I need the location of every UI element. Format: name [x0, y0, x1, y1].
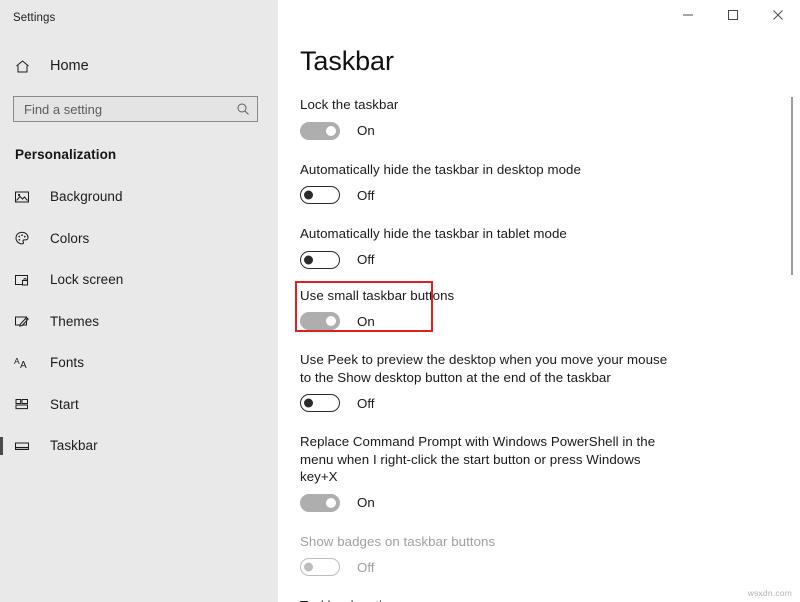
sidebar-item-label: Themes: [50, 314, 99, 329]
sidebar-item-label: Taskbar: [50, 438, 98, 453]
toggle-row: Off: [300, 251, 800, 269]
setting-label: Use small taskbar buttons: [300, 287, 680, 305]
setting-label: Lock the taskbar: [300, 96, 680, 114]
sidebar-item-start[interactable]: Start: [0, 384, 278, 426]
close-icon: [772, 9, 784, 21]
settings-window: Settings Home Personalization: [0, 0, 800, 602]
sidebar-item-colors[interactable]: Colors: [0, 218, 278, 260]
content-pane: Taskbar Lock the taskbar On Automaticall…: [278, 0, 800, 602]
toggle-row: On: [300, 312, 800, 330]
setting-label: Automatically hide the taskbar in deskto…: [300, 161, 680, 179]
setting-label: Replace Command Prompt with Windows Powe…: [300, 433, 680, 486]
sidebar-item-fonts[interactable]: A A Fonts: [0, 342, 278, 384]
picture-icon: [14, 189, 38, 205]
toggle-state-label: On: [357, 314, 375, 329]
taskbar-icon: [14, 438, 38, 454]
app-title: Settings: [13, 12, 55, 24]
setting-replace-command-prompt: Replace Command Prompt with Windows Powe…: [300, 433, 800, 512]
toggle-state-label: Off: [357, 560, 375, 575]
brush-icon: [14, 313, 38, 329]
sidebar-nav-list: Background Colors: [0, 176, 278, 467]
search-input[interactable]: [24, 97, 236, 121]
fonts-aa-icon: A A: [14, 355, 38, 371]
toggle-row: Off: [300, 186, 800, 204]
setting-use-peek: Use Peek to preview the desktop when you…: [300, 351, 800, 412]
toggle-show-badges: [300, 558, 340, 576]
sidebar-item-lock-screen[interactable]: Lock screen: [0, 259, 278, 301]
toggle-state-label: Off: [357, 252, 375, 267]
palette-icon: [14, 230, 38, 246]
sidebar: Settings Home Personalization: [0, 0, 278, 602]
sidebar-item-label: Background: [50, 189, 123, 204]
toggle-state-label: Off: [357, 396, 375, 411]
sidebar-item-background[interactable]: Background: [0, 176, 278, 218]
minimize-button[interactable]: [665, 0, 710, 30]
sidebar-item-taskbar[interactable]: Taskbar: [0, 425, 278, 467]
window-controls: [665, 0, 800, 36]
setting-show-badges: Show badges on taskbar buttons Off: [300, 533, 800, 577]
toggle-replace-command-prompt[interactable]: [300, 494, 340, 512]
toggle-row: Off: [300, 394, 800, 412]
toggle-row: On: [300, 122, 800, 140]
maximize-icon: [727, 9, 739, 21]
toggle-state-label: On: [357, 495, 375, 510]
window-titlebar: Settings: [0, 0, 278, 36]
sidebar-section-title: Personalization: [15, 147, 278, 162]
sidebar-item-label: Start: [50, 397, 79, 412]
scrollbar-thumb[interactable]: [791, 97, 793, 275]
setting-use-small-taskbar-buttons: Use small taskbar buttons On: [300, 287, 800, 331]
setting-label: Taskbar location on screen: [300, 597, 680, 602]
setting-taskbar-location: Taskbar location on screen Bottom: [300, 597, 800, 602]
toggle-state-label: Off: [357, 188, 375, 203]
sidebar-item-label: Lock screen: [50, 272, 123, 287]
taskbar-settings-panel: Taskbar Lock the taskbar On Automaticall…: [278, 0, 800, 602]
lockscreen-icon: [14, 272, 38, 288]
minimize-icon: [682, 9, 694, 21]
search-box[interactable]: [13, 96, 258, 122]
close-button[interactable]: [755, 0, 800, 30]
setting-label: Show badges on taskbar buttons: [300, 533, 680, 551]
sidebar-item-label: Colors: [50, 231, 89, 246]
toggle-auto-hide-tablet-mode[interactable]: [300, 251, 340, 269]
setting-auto-hide-desktop-mode: Automatically hide the taskbar in deskto…: [300, 161, 800, 205]
toggle-row: Off: [300, 558, 800, 576]
toggle-lock-the-taskbar[interactable]: [300, 122, 340, 140]
maximize-button[interactable]: [710, 0, 755, 30]
toggle-use-peek[interactable]: [300, 394, 340, 412]
home-icon: [14, 58, 40, 75]
start-grid-icon: [14, 396, 38, 412]
page-title: Taskbar: [300, 48, 800, 75]
svg-text:A: A: [20, 360, 27, 371]
toggle-state-label: On: [357, 123, 375, 138]
watermark: wsxdn.com: [748, 588, 792, 598]
setting-lock-the-taskbar: Lock the taskbar On: [300, 96, 800, 140]
toggle-use-small-taskbar-buttons[interactable]: [300, 312, 340, 330]
sidebar-item-home[interactable]: Home: [0, 49, 278, 83]
home-label: Home: [50, 58, 89, 74]
toggle-row: On: [300, 494, 800, 512]
content-scrollbar[interactable]: [787, 36, 797, 602]
sidebar-item-themes[interactable]: Themes: [0, 301, 278, 343]
setting-auto-hide-tablet-mode: Automatically hide the taskbar in tablet…: [300, 225, 800, 269]
setting-label: Automatically hide the taskbar in tablet…: [300, 225, 680, 243]
toggle-auto-hide-desktop-mode[interactable]: [300, 186, 340, 204]
search-icon: [236, 102, 250, 116]
setting-label: Use Peek to preview the desktop when you…: [300, 351, 680, 386]
sidebar-item-label: Fonts: [50, 355, 84, 370]
